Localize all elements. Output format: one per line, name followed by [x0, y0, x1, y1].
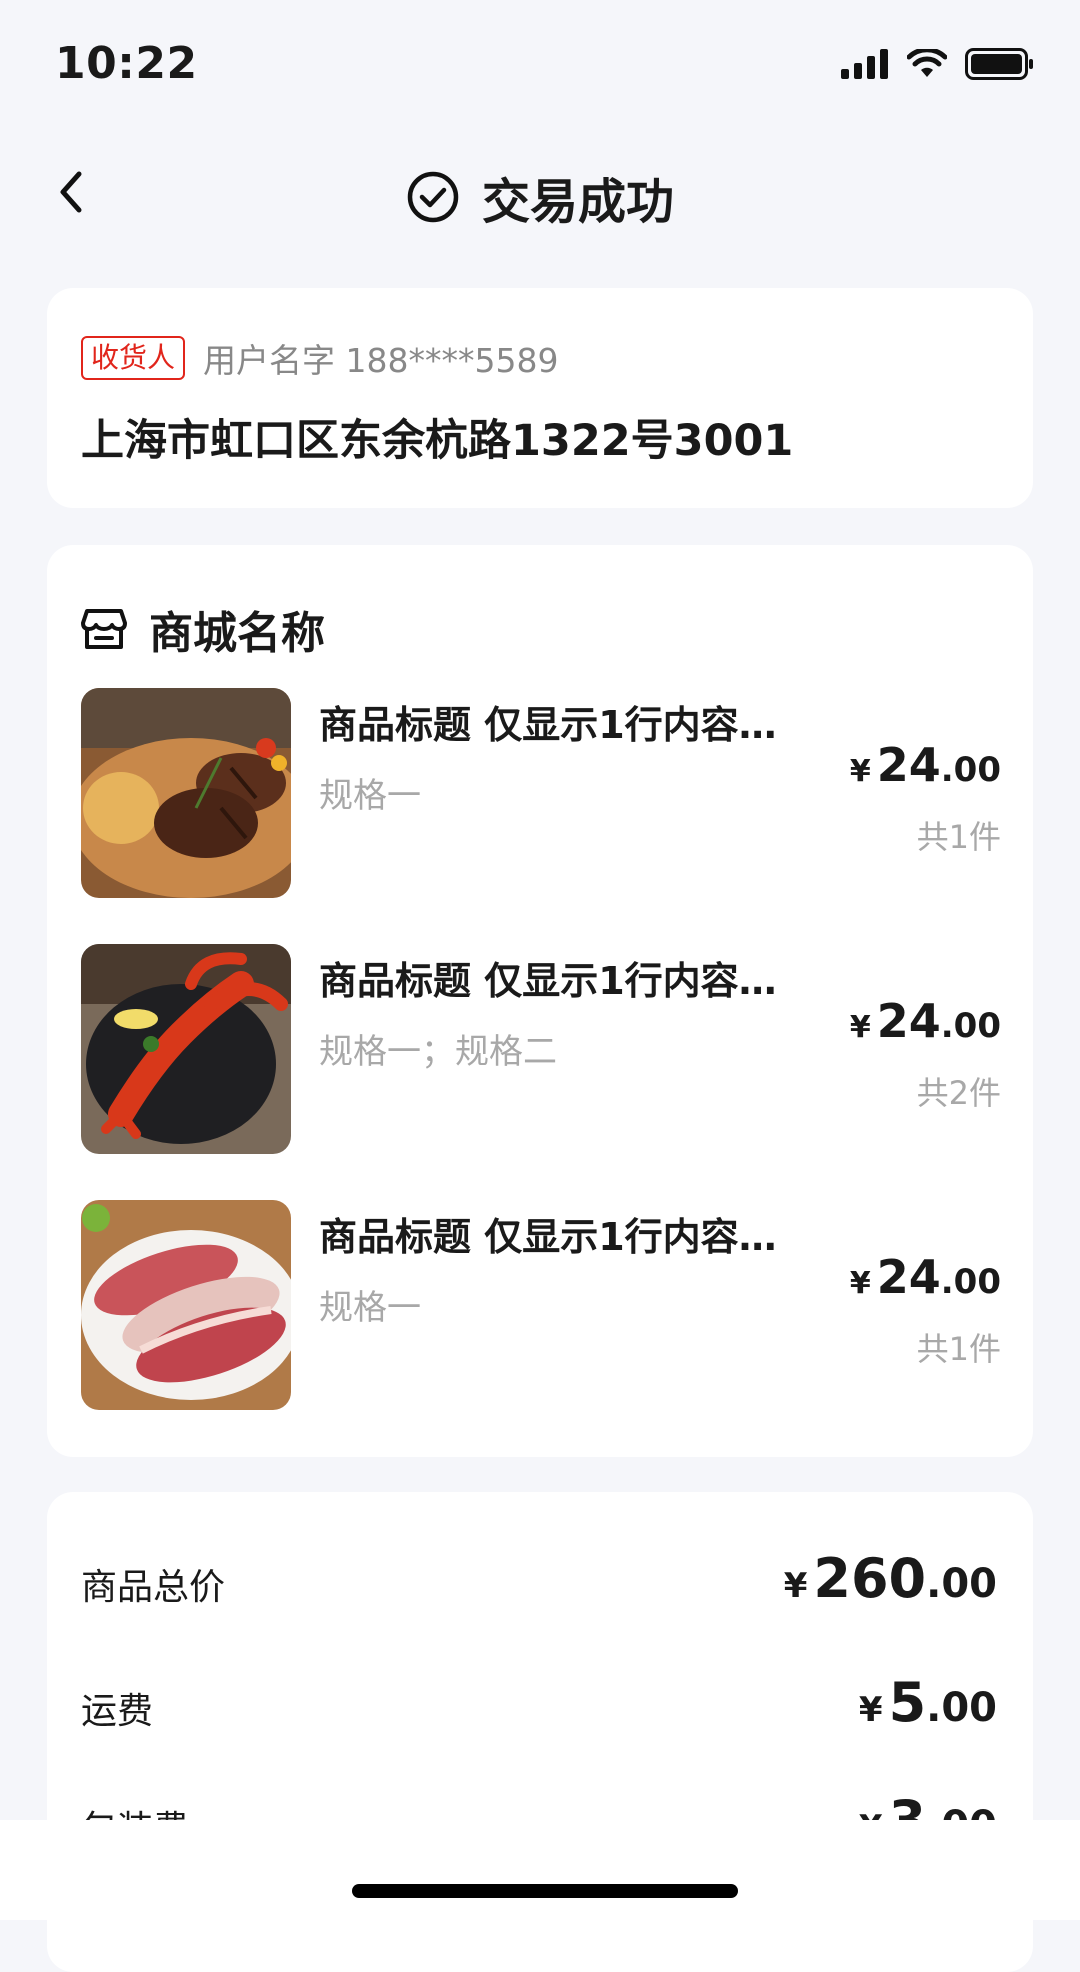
price-integer: 24 — [876, 738, 941, 792]
price-decimal: .00 — [940, 1006, 1001, 1046]
summary-label: 商品总价 — [81, 1567, 226, 1608]
price-decimal: .00 — [940, 750, 1001, 790]
shop-name: 商城名称 — [149, 608, 325, 659]
summary-value: ¥ 5 .00 — [859, 1671, 997, 1734]
product-image-lobster — [81, 944, 291, 1154]
address-card[interactable]: 收货人 用户名字 188****5589 上海市虹口区东余杭路1322号3001 — [47, 288, 1033, 508]
summary-row-shipping: 运费 ¥ 5 .00 — [81, 1664, 997, 1734]
price-currency: ¥ — [849, 1010, 871, 1045]
check-circle-icon — [407, 171, 459, 223]
price-currency: ¥ — [783, 1566, 808, 1606]
receiver-row: 收货人 用户名字 188****5589 — [81, 334, 558, 382]
item-spec: 规格一 — [319, 776, 421, 816]
item-price: ¥ 24 .00 — [850, 738, 1001, 792]
status-time: 10:22 — [55, 38, 198, 89]
price-decimal: .00 — [940, 1262, 1001, 1302]
item-spec: 规格一 — [319, 1288, 421, 1328]
order-item[interactable]: 商品标题 仅显示1行内容… 规格一 ¥ 24 .00 共1件 — [81, 688, 1001, 900]
nav-bar: 交易成功 — [0, 140, 1080, 250]
summary-row-goods-total: 商品总价 ¥ 260 .00 — [81, 1540, 997, 1610]
price-decimal: .00 — [926, 1685, 997, 1731]
summary-label: 运费 — [81, 1691, 154, 1732]
price-integer: 24 — [876, 994, 941, 1048]
order-item[interactable]: 商品标题 仅显示1行内容… 规格一；规格二 ¥ 24 .00 共2件 — [81, 944, 1001, 1156]
item-title: 商品标题 仅显示1行内容… — [319, 703, 777, 747]
item-quantity: 共1件 — [916, 1330, 1001, 1368]
price-decimal: .00 — [926, 1561, 997, 1607]
receiver-tag: 收货人 — [81, 336, 186, 380]
product-image-steak — [81, 688, 291, 898]
home-indicator[interactable] — [352, 1884, 738, 1898]
item-title: 商品标题 仅显示1行内容… — [319, 1215, 777, 1259]
nav-title-group: 交易成功 — [0, 162, 1080, 232]
store-icon — [81, 609, 127, 649]
shop-card: 商城名称 商品标题 仅显示1行内容… 规格一 ¥ 24 .00 共1件 商品标题… — [47, 545, 1033, 1457]
item-spec: 规格一；规格二 — [319, 1032, 557, 1072]
price-currency: ¥ — [849, 1266, 871, 1301]
price-currency: ¥ — [849, 754, 871, 789]
wifi-icon — [907, 49, 947, 77]
item-quantity: 共1件 — [916, 818, 1001, 856]
battery-icon — [965, 48, 1033, 80]
item-price: ¥ 24 .00 — [850, 994, 1001, 1048]
item-title: 商品标题 仅显示1行内容… — [319, 959, 777, 1003]
price-currency: ¥ — [858, 1690, 883, 1730]
home-indicator-area — [0, 1820, 1080, 1920]
status-bar: 10:22 — [0, 0, 1080, 120]
shop-header[interactable]: 商城名称 — [81, 597, 325, 661]
signal-icon — [841, 49, 888, 79]
address-text: 上海市虹口区东余杭路1322号3001 — [81, 416, 794, 466]
price-integer: 24 — [876, 1250, 941, 1304]
receiver-name-phone: 用户名字 188****5589 — [203, 341, 559, 380]
product-image-pork — [81, 1200, 291, 1410]
item-quantity: 共2件 — [916, 1074, 1001, 1112]
order-item[interactable]: 商品标题 仅显示1行内容… 规格一 ¥ 24 .00 共1件 — [81, 1200, 1001, 1412]
price-integer: 260 — [813, 1547, 927, 1610]
item-price: ¥ 24 .00 — [850, 1250, 1001, 1304]
price-integer: 5 — [888, 1671, 927, 1734]
status-icons — [841, 48, 1035, 80]
page-title: 交易成功 — [481, 174, 674, 230]
summary-value: ¥ 260 .00 — [784, 1547, 997, 1610]
